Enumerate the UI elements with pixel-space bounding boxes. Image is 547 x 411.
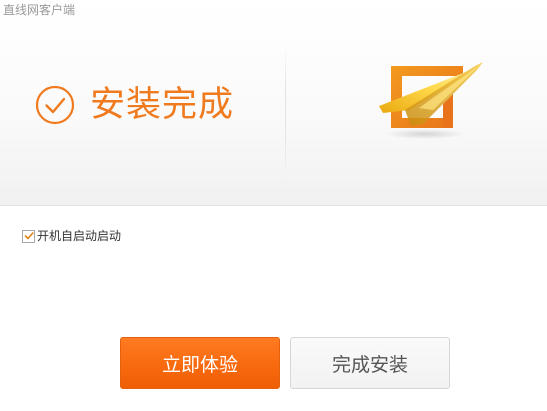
experience-now-button[interactable]: 立即体验: [120, 337, 280, 389]
check-circle-icon: [35, 85, 75, 125]
completion-banner: 直线网客户端 安装完成: [0, 0, 547, 206]
autostart-option[interactable]: 开机自启动启动: [22, 228, 121, 244]
autostart-label: 开机自启动启动: [37, 229, 122, 243]
window-title: 直线网客户端: [3, 3, 76, 17]
zhixian-logo-icon: [379, 62, 483, 139]
banner-divider: [285, 46, 286, 178]
checkmark-icon: [24, 232, 34, 240]
install-complete-heading: 安装完成: [90, 85, 235, 125]
autostart-checkbox[interactable]: [22, 229, 35, 243]
title-bar: 直线网客户端: [0, 0, 547, 22]
installer-window: 直线网客户端 安装完成 开机自启动启动 立即体验 完成安装: [0, 0, 547, 411]
finish-install-button[interactable]: 完成安装: [290, 337, 450, 389]
